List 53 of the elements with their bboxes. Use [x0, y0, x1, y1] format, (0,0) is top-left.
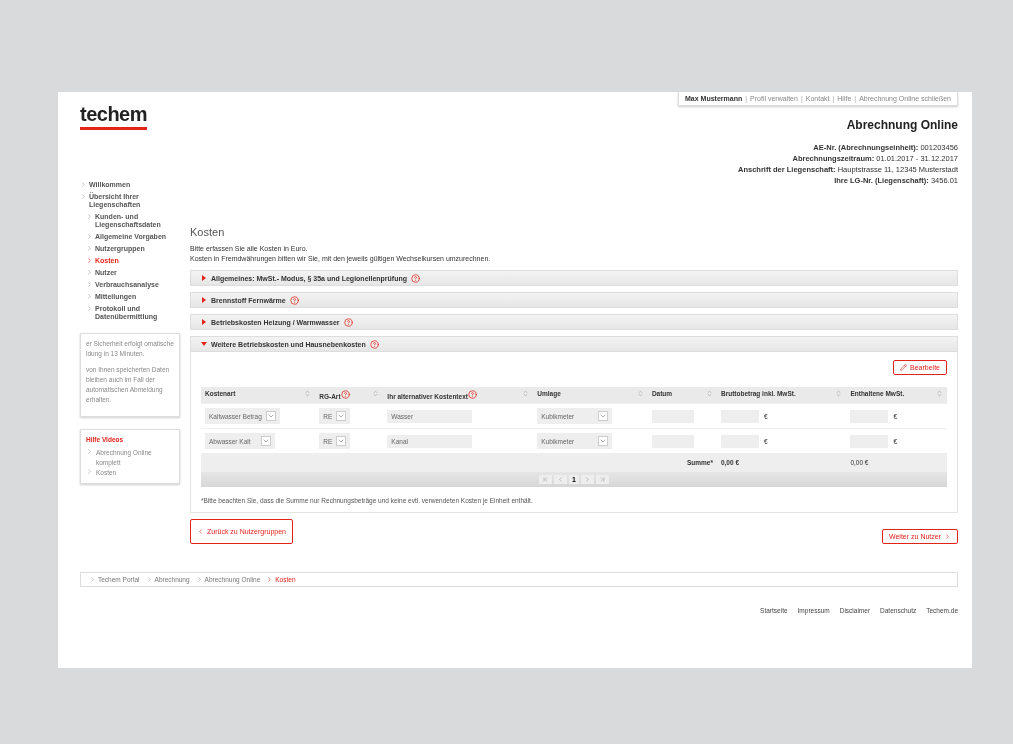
- bullet-icon: [86, 213, 93, 220]
- sort-icon[interactable]: [705, 390, 713, 397]
- sort-icon[interactable]: [936, 390, 943, 397]
- bullet-icon: [80, 181, 87, 188]
- triangle-right-icon: [201, 275, 207, 281]
- triangle-right-icon: [201, 297, 207, 303]
- triangle-right-icon: [201, 319, 207, 325]
- sort-icon[interactable]: [372, 390, 380, 397]
- first-page-button[interactable]: [539, 475, 553, 484]
- bullet-icon: [145, 576, 153, 583]
- bullet-icon: [86, 305, 93, 312]
- bullet-icon: [266, 576, 274, 583]
- bullet-icon: [86, 281, 93, 288]
- chevron-left-icon: [197, 528, 204, 535]
- last-page-button[interactable]: [595, 475, 609, 484]
- bullet-icon: [80, 193, 87, 200]
- help-icon[interactable]: [411, 273, 420, 283]
- page-title: Kosten: [190, 226, 226, 238]
- caret-icon: [262, 437, 270, 445]
- help-icon[interactable]: [467, 390, 477, 399]
- caret-icon: [599, 412, 608, 420]
- sort-icon[interactable]: [636, 390, 644, 397]
- next-page-button[interactable]: [580, 475, 594, 484]
- help-icon[interactable]: [369, 339, 379, 349]
- bullet-icon: [86, 448, 93, 455]
- chevron-right-icon: [944, 533, 951, 540]
- help-icon[interactable]: [289, 295, 299, 305]
- first-page-icon: [542, 476, 550, 483]
- app-title: Abrechnung Online: [846, 118, 958, 132]
- help-icon[interactable]: [343, 317, 353, 327]
- bullet-icon: [86, 468, 93, 475]
- bullet-icon: [86, 257, 93, 264]
- chevron-left-icon: [557, 476, 565, 483]
- logo: techem: [80, 104, 148, 130]
- caret-icon: [599, 437, 608, 445]
- help-icon[interactable]: [340, 390, 350, 399]
- caret-icon: [337, 437, 346, 445]
- caret-icon: [337, 412, 346, 420]
- bullet-icon: [86, 293, 93, 300]
- bullet-icon: [86, 245, 93, 252]
- chevron-right-icon: [583, 476, 591, 483]
- sort-icon[interactable]: [522, 390, 530, 397]
- bullet-icon: [86, 269, 93, 276]
- sort-icon[interactable]: [835, 390, 843, 397]
- sort-icon[interactable]: [304, 390, 312, 397]
- previous-page-button[interactable]: [554, 475, 568, 484]
- triangle-down-icon: [201, 341, 207, 347]
- caret-icon: [266, 412, 275, 420]
- bullet-icon: [86, 233, 93, 240]
- pencil-icon: [900, 364, 908, 371]
- bullet-icon: [89, 576, 96, 583]
- last-page-icon: [598, 476, 606, 483]
- bullet-icon: [195, 576, 203, 583]
